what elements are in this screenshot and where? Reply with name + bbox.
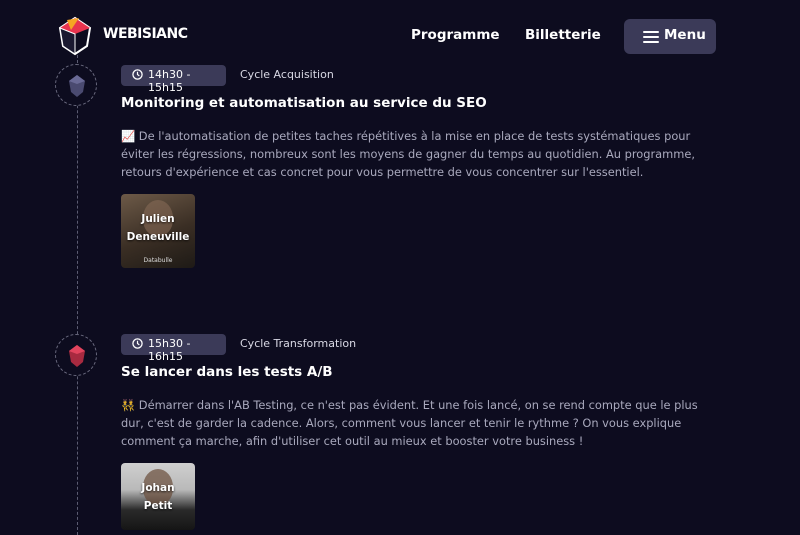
session-time: 15h30 - 16h15 xyxy=(148,337,191,363)
session-description: 📈 De l'automatisation de petites taches … xyxy=(121,129,695,179)
logo-gem-icon xyxy=(58,16,92,56)
menu-button[interactable]: Menu xyxy=(624,19,716,54)
hamburger-icon xyxy=(643,31,659,43)
speaker-last-name: Petit xyxy=(143,500,173,512)
session-cycle: Cycle Transformation xyxy=(240,337,357,350)
site-logo[interactable]: WEBISIANC xyxy=(57,14,188,58)
session-card: 14h30 - 15h15 Cycle Acquisition Monitori… xyxy=(121,65,721,275)
speaker-card[interactable]: Johan Petit xyxy=(121,463,195,530)
speaker-card[interactable]: Julien Deneuville Databulle xyxy=(121,194,195,268)
speaker-last-name: Deneuville xyxy=(126,231,190,243)
time-badge: 14h30 - 15h15 xyxy=(121,65,226,94)
logo-text: WEBISIANC xyxy=(103,26,188,42)
gem-icon xyxy=(69,75,85,97)
timeline-node xyxy=(55,334,97,376)
nav-billetterie[interactable]: Billetterie xyxy=(525,27,601,43)
session-title[interactable]: Se lancer dans les tests A/B xyxy=(121,364,333,380)
time-badge: 15h30 - 16h15 xyxy=(121,334,226,363)
clock-icon xyxy=(132,338,143,349)
session-card: 15h30 - 16h15 Cycle Transformation Se la… xyxy=(121,334,721,530)
timeline-line xyxy=(77,55,78,535)
timeline-node xyxy=(55,64,97,106)
session-description: 👯 Démarrer dans l'AB Testing, ce n'est p… xyxy=(121,398,698,448)
speaker-first-name: Julien xyxy=(141,213,175,225)
speaker-first-name: Johan xyxy=(141,482,175,494)
nav-programme[interactable]: Programme xyxy=(411,27,500,43)
clock-icon xyxy=(132,69,143,80)
gem-icon xyxy=(69,345,85,367)
site-header: WEBISIANC Programme Billetterie Menu xyxy=(0,0,800,70)
menu-label: Menu xyxy=(664,27,706,43)
speaker-company: Databulle xyxy=(143,257,173,264)
session-title[interactable]: Monitoring et automatisation au service … xyxy=(121,95,487,111)
session-time: 14h30 - 15h15 xyxy=(148,68,191,94)
session-cycle: Cycle Acquisition xyxy=(240,68,334,81)
